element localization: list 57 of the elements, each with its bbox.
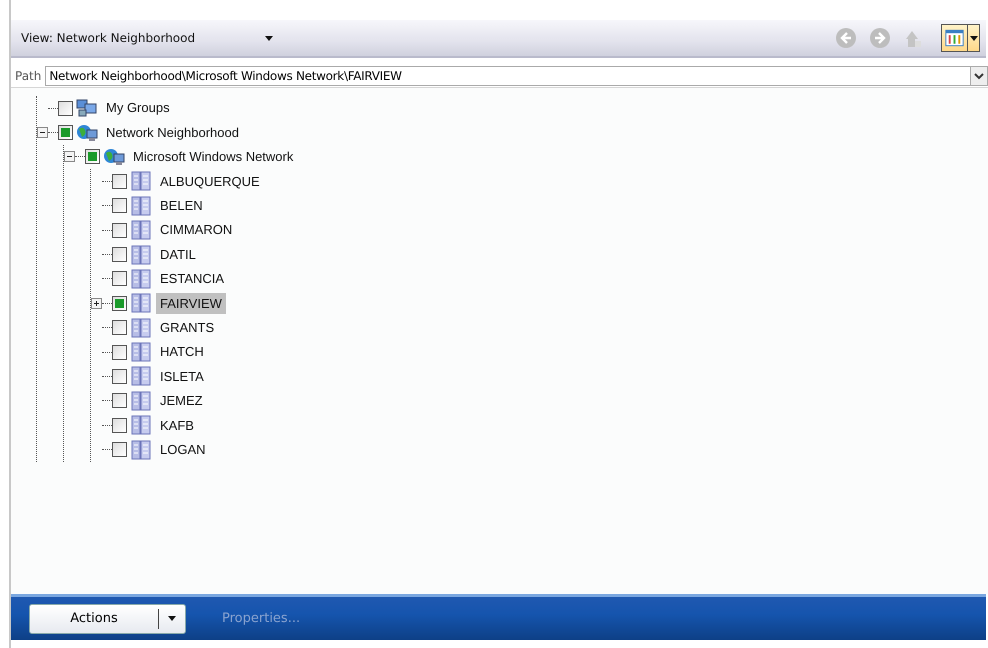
tree-item[interactable]: ALBUQUERQUE <box>156 170 264 192</box>
tree-item[interactable]: LOGAN <box>156 438 210 460</box>
tree-item[interactable]: ESTANCIA <box>156 268 228 290</box>
tree-item[interactable]: KAFB <box>156 414 198 436</box>
computers-icon <box>76 98 98 118</box>
tree-item[interactable]: Network Neighborhood <box>102 122 243 144</box>
tree-item[interactable]: FAIRVIEW <box>156 292 226 314</box>
checkbox[interactable] <box>112 198 127 214</box>
server-icon <box>130 415 152 436</box>
chevron-icon <box>974 72 984 80</box>
checkbox[interactable] <box>112 393 127 408</box>
server-icon <box>130 244 152 265</box>
server-icon <box>130 220 152 240</box>
checkbox[interactable] <box>112 271 127 286</box>
tree-item[interactable]: BELEN <box>156 195 207 216</box>
server-icon <box>130 293 152 314</box>
checkbox[interactable] <box>112 442 127 458</box>
server-icon <box>130 366 152 386</box>
path-field[interactable]: Network Neighborhood\Microsoft Windows Network\FAIRVIEW <box>45 66 970 86</box>
tree-item[interactable]: GRANTS <box>156 316 218 338</box>
tree-item[interactable]: My Groups <box>102 97 174 119</box>
actions-button[interactable]: Actions <box>29 604 186 634</box>
checkbox[interactable] <box>112 296 127 311</box>
server-icon <box>130 390 152 411</box>
tree-item[interactable]: JEMEZ <box>156 390 207 412</box>
tree-item[interactable]: CIMMARON <box>156 219 236 241</box>
checkbox[interactable] <box>112 174 127 189</box>
columns-button[interactable] <box>941 24 980 52</box>
network-globe-icon <box>103 146 125 167</box>
path-label: Path <box>15 68 42 84</box>
tree-item[interactable]: ISLETA <box>156 366 208 388</box>
server-icon <box>130 342 152 362</box>
checkbox[interactable] <box>112 222 127 238</box>
checkbox[interactable] <box>58 100 73 116</box>
checkbox[interactable] <box>58 125 73 140</box>
server-icon <box>130 268 152 289</box>
checkbox[interactable] <box>112 418 127 433</box>
collapse-icon[interactable] <box>64 151 75 162</box>
collapse-icon[interactable] <box>37 127 48 138</box>
checkbox[interactable] <box>112 368 127 384</box>
tree-item[interactable]: Microsoft Windows Network <box>129 146 298 168</box>
tree-item[interactable]: DATIL <box>156 244 200 266</box>
network-globe-icon <box>76 122 98 143</box>
server-icon <box>130 196 152 216</box>
server-icon <box>130 318 152 338</box>
caret-icon <box>265 36 274 40</box>
caret-icon <box>168 616 176 621</box>
checkbox[interactable] <box>112 344 127 360</box>
checkbox[interactable] <box>112 320 127 336</box>
server-icon <box>130 171 152 192</box>
caret-icon <box>970 36 978 40</box>
checkbox[interactable] <box>85 149 100 164</box>
dropdown-button[interactable] <box>970 66 988 86</box>
tree-item[interactable]: HATCH <box>156 341 208 363</box>
checkbox[interactable] <box>112 247 127 262</box>
server-icon <box>130 440 152 460</box>
expand-icon[interactable] <box>91 298 102 309</box>
